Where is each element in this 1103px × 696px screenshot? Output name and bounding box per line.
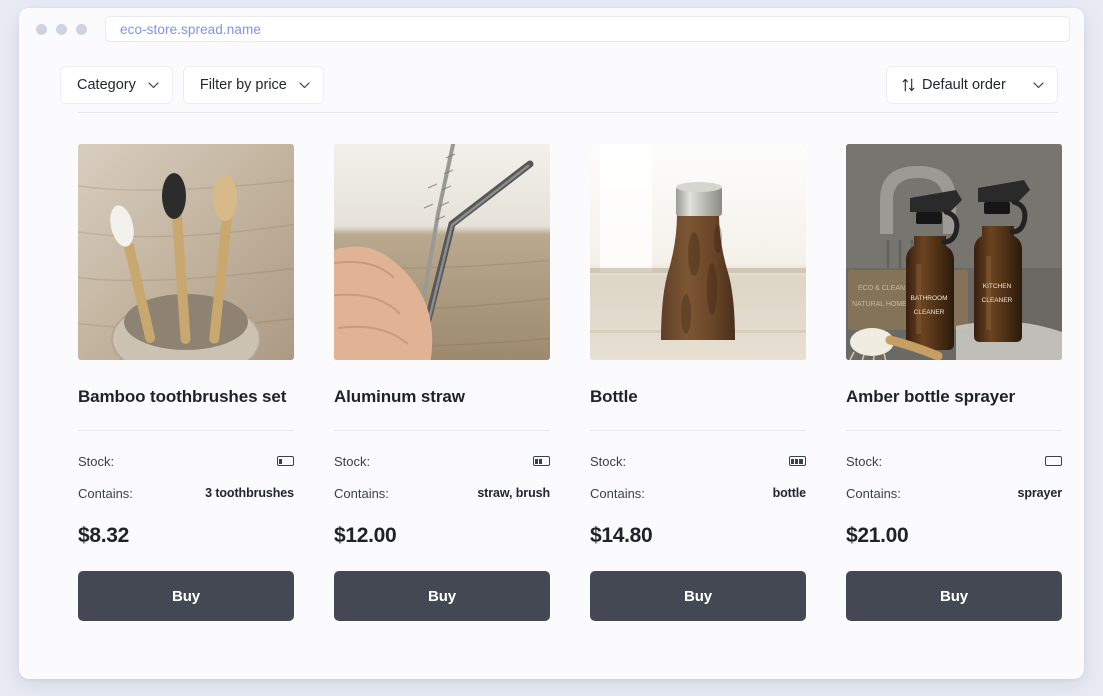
product-card[interactable]: ECO & CLEANNATURAL HOME BATHROOMCLEANER [846, 144, 1062, 621]
contains-label: Contains: [78, 486, 133, 501]
window-controls [36, 24, 87, 35]
contains-value: 3 toothbrushes [205, 486, 294, 500]
product-card[interactable]: Bamboo toothbrushes set Stock: Contains:… [78, 144, 294, 621]
product-card[interactable]: Bottle Stock: Contains: bottle $14.80 Bu… [590, 144, 806, 621]
product-price: $8.32 [78, 524, 294, 548]
sort-arrows-icon [902, 78, 915, 92]
stock-level-icon [1045, 456, 1062, 466]
stock-label: Stock: [334, 454, 370, 469]
stock-row: Stock: [846, 453, 1062, 469]
product-price: $21.00 [846, 524, 1062, 548]
product-title: Bamboo toothbrushes set [78, 386, 294, 407]
url-text: eco-store.spread.name [120, 22, 261, 37]
stock-level-icon [277, 456, 294, 466]
card-divider [590, 430, 806, 431]
maximize-button[interactable] [76, 24, 87, 35]
product-grid: Bamboo toothbrushes set Stock: Contains:… [19, 113, 1084, 621]
address-bar[interactable]: eco-store.spread.name [105, 16, 1070, 42]
stock-label: Stock: [846, 454, 882, 469]
buy-button[interactable]: Buy [78, 571, 294, 621]
close-button[interactable] [36, 24, 47, 35]
price-filter-dropdown[interactable]: Filter by price [183, 66, 324, 104]
filter-group: Category Filter by price [60, 66, 324, 104]
product-price: $12.00 [334, 524, 550, 548]
product-image-amber-sprayers[interactable]: ECO & CLEANNATURAL HOME BATHROOMCLEANER [846, 144, 1062, 360]
svg-text:NATURAL HOME: NATURAL HOME [852, 301, 907, 308]
browser-window: eco-store.spread.name Category Filter by… [19, 8, 1084, 679]
contains-label: Contains: [334, 486, 389, 501]
product-price: $14.80 [590, 524, 806, 548]
filter-toolbar: Category Filter by price [19, 50, 1084, 112]
product-image-bottle[interactable] [590, 144, 806, 360]
price-filter-label: Filter by price [200, 77, 287, 93]
category-filter-dropdown[interactable]: Category [60, 66, 173, 104]
contains-row: Contains: 3 toothbrushes [78, 485, 294, 501]
sort-order-dropdown[interactable]: Default order [886, 66, 1058, 104]
stock-label: Stock: [78, 454, 114, 469]
svg-text:ECO & CLEAN: ECO & CLEAN [858, 285, 905, 292]
card-divider [846, 430, 1062, 431]
category-filter-label: Category [77, 77, 136, 93]
contains-value: sprayer [1018, 486, 1062, 500]
product-image-bamboo-toothbrushes[interactable] [78, 144, 294, 360]
contains-value: bottle [773, 486, 806, 500]
contains-label: Contains: [590, 486, 645, 501]
contains-row: Contains: sprayer [846, 485, 1062, 501]
minimize-button[interactable] [56, 24, 67, 35]
contains-value: straw, brush [477, 486, 550, 500]
product-title: Amber bottle sprayer [846, 386, 1062, 407]
stock-label: Stock: [590, 454, 626, 469]
sort-order-label: Default order [922, 77, 1006, 93]
contains-row: Contains: straw, brush [334, 485, 550, 501]
card-divider [334, 430, 550, 431]
buy-button[interactable]: Buy [846, 571, 1062, 621]
product-image-aluminum-straw[interactable] [334, 144, 550, 360]
product-card[interactable]: Aluminum straw Stock: Contains: straw, b… [334, 144, 550, 621]
chevron-down-icon [148, 82, 159, 89]
card-divider [78, 430, 294, 431]
browser-titlebar: eco-store.spread.name [19, 8, 1084, 50]
stock-level-icon [789, 456, 806, 466]
contains-label: Contains: [846, 486, 901, 501]
contains-row: Contains: bottle [590, 485, 806, 501]
stock-row: Stock: [334, 453, 550, 469]
buy-button[interactable]: Buy [590, 571, 806, 621]
buy-button[interactable]: Buy [334, 571, 550, 621]
product-title: Aluminum straw [334, 386, 550, 407]
chevron-down-icon [299, 82, 310, 89]
stock-level-icon [533, 456, 550, 466]
stock-row: Stock: [78, 453, 294, 469]
stock-row: Stock: [590, 453, 806, 469]
chevron-down-icon [1033, 82, 1044, 89]
product-title: Bottle [590, 386, 806, 407]
